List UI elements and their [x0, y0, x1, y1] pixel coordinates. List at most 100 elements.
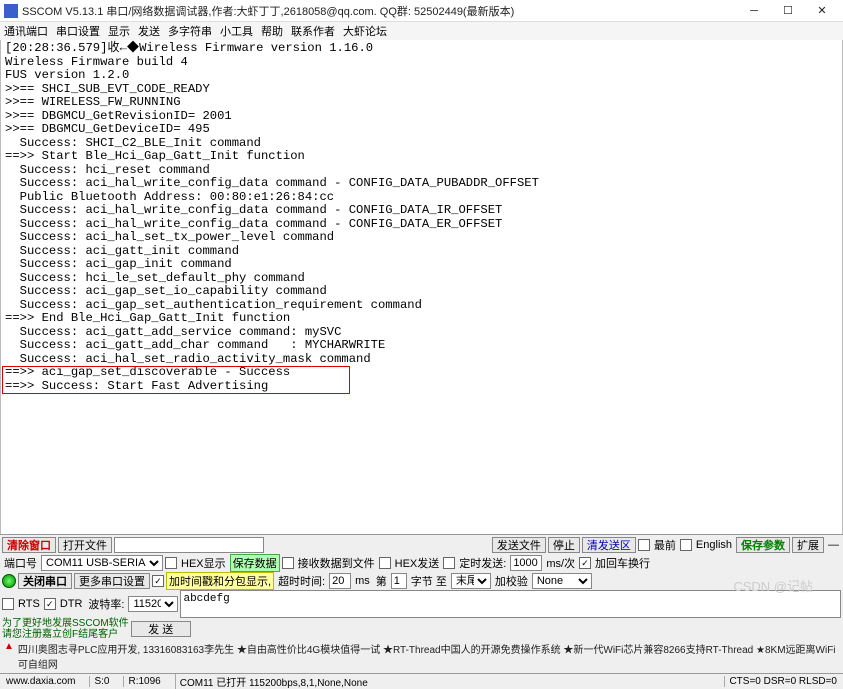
terminal-line: Success: SHCI_C2_BLE_Init command — [5, 137, 838, 151]
status-com: COM11 已打开 115200bps,8,1,None,None — [175, 674, 372, 689]
send-button[interactable]: 发 送 — [131, 621, 191, 637]
english-label: English — [694, 539, 734, 551]
terminal-line: Success: aci_gatt_add_service command: m… — [5, 326, 838, 340]
terminal-line: Success: aci_hal_write_config_data comma… — [5, 177, 838, 191]
terminal-line: Success: aci_hal_set_tx_power_level comm… — [5, 231, 838, 245]
closeport-button[interactable]: 关闭串口 — [18, 573, 72, 589]
terminal-line: Success: aci_hal_write_config_data comma… — [5, 218, 838, 232]
timeout-input[interactable] — [329, 573, 351, 589]
terminal-line: >>== WIRELESS_FW_RUNNING — [5, 96, 838, 110]
menubar: 通讯端口串口设置显示发送多字符串小工具帮助联系作者大虾论坛 — [0, 22, 843, 40]
ms2-label: ms — [353, 575, 372, 587]
menu-item[interactable]: 帮助 — [261, 23, 283, 39]
status-s: S:0 — [89, 676, 113, 687]
menu-item[interactable]: 通讯端口 — [4, 23, 48, 39]
terminal-line: ==>> Start Ble_Hci_Gap_Gatt_Init functio… — [5, 150, 838, 164]
rxtofile-checkbox[interactable] — [282, 557, 294, 569]
dash: — — [826, 539, 841, 551]
terminal-line: >>== DBGMCU_GetDeviceID= 495 — [5, 123, 838, 137]
terminal-line: ==>> Success: Start Fast Advertising — [5, 380, 838, 394]
terminal-line: [20:28:36.579]收←◆Wireless Firmware versi… — [5, 42, 838, 56]
chk-select[interactable]: None — [532, 573, 592, 589]
menu-item[interactable]: 多字符串 — [168, 23, 212, 39]
terminal-output: [20:28:36.579]收←◆Wireless Firmware versi… — [0, 40, 843, 534]
app-icon — [4, 4, 18, 18]
openfile-button[interactable]: 打开文件 — [58, 537, 112, 553]
ms-label: ms/次 — [544, 555, 577, 571]
terminal-line: Wireless Firmware build 4 — [5, 56, 838, 70]
dtr-checkbox[interactable] — [44, 598, 56, 610]
status-r: R:1096 — [123, 676, 164, 687]
interval-input[interactable] — [510, 555, 542, 571]
sendfile-button[interactable]: 发送文件 — [492, 537, 546, 553]
titlebar: SSCOM V5.13.1 串口/网络数据调试器,作者:大虾丁丁,2618058… — [0, 0, 843, 22]
timehl-label: 加时间戳和分包显示, — [166, 572, 274, 590]
window-title: SSCOM V5.13.1 串口/网络数据调试器,作者:大虾丁丁,2618058… — [22, 3, 737, 19]
menu-item[interactable]: 显示 — [108, 23, 130, 39]
timeout-label: 超时时间: — [276, 573, 327, 589]
hexshow-label: HEX显示 — [179, 555, 228, 571]
byteno-input[interactable] — [391, 573, 407, 589]
rts-checkbox[interactable] — [2, 598, 14, 610]
port-label: 端口号 — [2, 555, 39, 571]
watermark: CSDN @记帖 — [733, 576, 813, 595]
file-path-input[interactable] — [114, 537, 264, 553]
ontop-checkbox[interactable] — [638, 539, 650, 551]
port-status-icon — [2, 574, 16, 588]
terminal-line: Success: aci_gap_set_authentication_requ… — [5, 299, 838, 313]
moreport-button[interactable]: 更多串口设置 — [74, 573, 150, 589]
hint-text: 为了更好地发展SSCOM软件请您注册嘉立创F结尾客户 — [2, 618, 129, 640]
ext-button[interactable]: 扩展 — [792, 537, 824, 553]
stop-button[interactable]: 停止 — [548, 537, 580, 553]
byte-label: 字节 至 — [409, 573, 449, 589]
port-select[interactable]: COM11 USB-SERIAL CH340 — [41, 555, 163, 571]
menu-item[interactable]: 联系作者 — [291, 23, 335, 39]
statusbar: www.daxia.com S:0 R:1096 COM11 已打开 11520… — [0, 673, 843, 689]
crlf-checkbox[interactable] — [579, 557, 591, 569]
menu-item[interactable]: 大虾论坛 — [343, 23, 387, 39]
terminal-line: Success: aci_hal_write_config_data comma… — [5, 204, 838, 218]
baud-label: 波特率: — [86, 596, 126, 612]
terminal-line: FUS version 1.2.0 — [5, 69, 838, 83]
terminal-line: Success: hci_reset command — [5, 164, 838, 178]
english-checkbox[interactable] — [680, 539, 692, 551]
end-select[interactable]: 末尾 — [451, 573, 491, 589]
rxtofile-label: 接收数据到文件 — [296, 555, 377, 571]
control-panel: 清除窗口 打开文件 发送文件 停止 清发送区 最前 English 保存参数 扩… — [0, 534, 843, 673]
ad-links[interactable]: ▲四川奥图志寻PLC应用开发, 13316083163李先生 ★自由高性价比4G… — [2, 640, 841, 672]
close-button[interactable]: ✕ — [805, 1, 839, 21]
timed-label: 定时发送: — [457, 555, 508, 571]
hexsend-checkbox[interactable] — [379, 557, 391, 569]
dtr-label: DTR — [58, 598, 85, 610]
terminal-line: Success: aci_hal_set_radio_activity_mask… — [5, 353, 838, 367]
menu-item[interactable]: 小工具 — [220, 23, 253, 39]
terminal-line: Success: aci_gatt_init command — [5, 245, 838, 259]
no-label: 第 — [374, 573, 389, 589]
status-cts: CTS=0 DSR=0 RLSD=0 — [724, 676, 841, 687]
minimize-button[interactable]: ─ — [737, 1, 771, 21]
hexsend-label: HEX发送 — [393, 555, 442, 571]
maximize-button[interactable]: ☐ — [771, 1, 805, 21]
terminal-line: >>== SHCI_SUB_EVT_CODE_READY — [5, 83, 838, 97]
terminal-line: Public Bluetooth Address: 00:80:e1:26:84… — [5, 191, 838, 205]
menu-item[interactable]: 发送 — [138, 23, 160, 39]
timed-checkbox[interactable] — [443, 557, 455, 569]
status-url: www.daxia.com — [2, 676, 79, 687]
baud-select[interactable]: 115200 — [128, 596, 178, 612]
crlf-label: 加回车换行 — [593, 555, 652, 571]
terminal-line: Success: hci_le_set_default_phy command — [5, 272, 838, 286]
hexshow-checkbox[interactable] — [165, 557, 177, 569]
terminal-line: Success: aci_gap_init command — [5, 258, 838, 272]
savepar-button[interactable]: 保存参数 — [736, 537, 790, 553]
rts-label: RTS — [16, 598, 42, 610]
menu-item[interactable]: 串口设置 — [56, 23, 100, 39]
clear-button[interactable]: 清除窗口 — [2, 537, 56, 553]
timehl-checkbox[interactable] — [152, 575, 164, 587]
cleartx-button[interactable]: 清发送区 — [582, 537, 636, 553]
terminal-line: ==>> aci_gap_set_discoverable - Success — [5, 366, 838, 380]
terminal-line: >>== DBGMCU_GetRevisionID= 2001 — [5, 110, 838, 124]
terminal-line: Success: aci_gatt_add_char command : MYC… — [5, 339, 838, 353]
ontop-label: 最前 — [652, 537, 678, 553]
terminal-line: Success: aci_gap_set_io_capability comma… — [5, 285, 838, 299]
savedata-button[interactable]: 保存数据 — [230, 554, 280, 572]
